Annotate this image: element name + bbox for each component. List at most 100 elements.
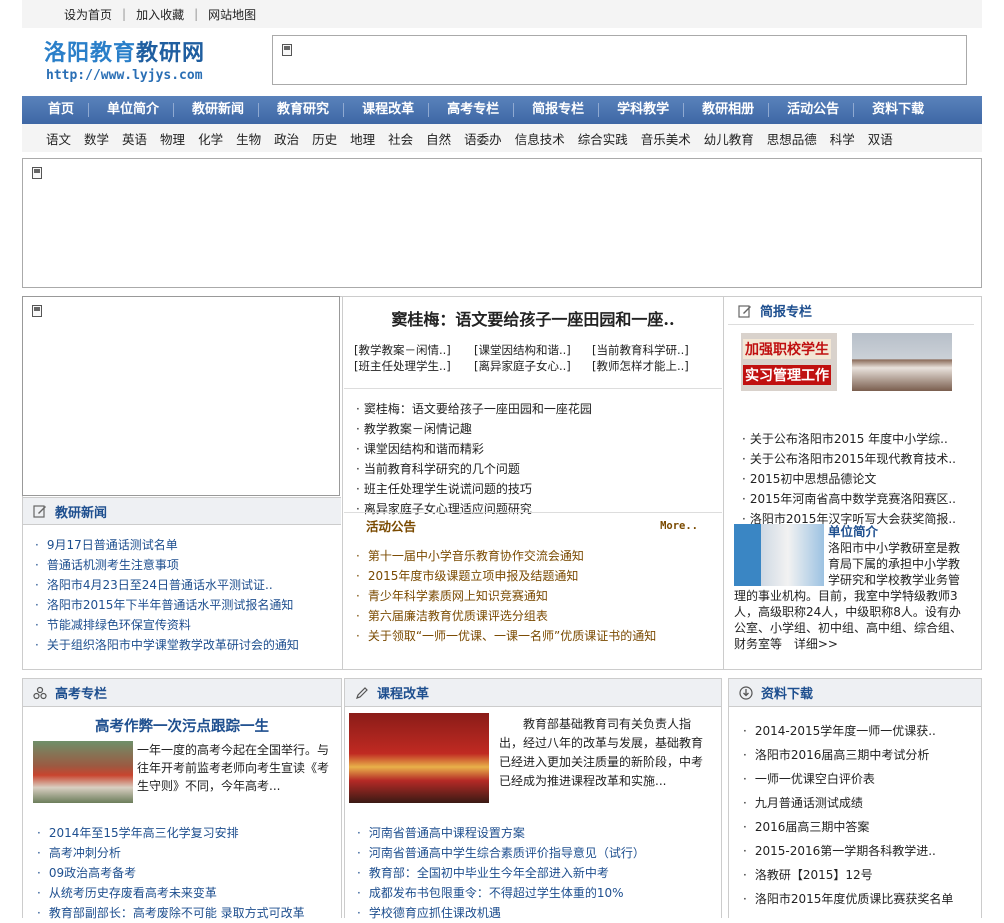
list-item[interactable]: · 窦桂梅：语文要给孩子一座田园和一座花园 (356, 399, 722, 419)
list-item[interactable]: · 当前教育科学研究的几个问题 (356, 459, 722, 479)
list-item[interactable]: · 青少年科学素质网上知识竞赛通知 (356, 586, 722, 606)
subject-item[interactable]: 历史 (312, 129, 337, 148)
list-item[interactable]: · 2016届高三期中答案 (743, 815, 981, 839)
subject-item[interactable]: 综合实践 (578, 129, 628, 148)
subject-item[interactable]: 英语 (122, 129, 147, 148)
gaokao-headline[interactable]: 高考作弊一次污点跟踪一生 (23, 715, 341, 736)
list-item[interactable]: · 2015年度市级课题立项申报及结题通知 (356, 566, 722, 586)
nav-item-gaokao[interactable]: 高考专栏 (429, 103, 515, 117)
list-item[interactable]: · 2015年河南省高中数学竞赛洛阳赛区.. (742, 489, 982, 509)
list-item[interactable]: · 洛阳市4月23日至24日普通话水平测试证.. (35, 575, 341, 595)
list-item[interactable]: · 一师一优课空白评价表 (743, 767, 981, 791)
gaokao-image[interactable] (33, 741, 133, 803)
nav-item-album[interactable]: 教研相册 (684, 103, 770, 117)
logo-name-a: 洛阳教育 (44, 41, 137, 66)
reform-image[interactable] (349, 713, 489, 803)
nav-item-activity[interactable]: 活动公告 (769, 103, 855, 117)
brief-image-2[interactable] (852, 333, 952, 391)
list-item[interactable]: · 班主任处理学生说谎问题的技巧 (356, 479, 722, 499)
reform-title[interactable]: 课程改革 (377, 683, 429, 702)
list-item[interactable]: · 普通话机测考生注意事项 (35, 555, 341, 575)
gaokao-title[interactable]: 高考专栏 (55, 683, 107, 702)
subject-item[interactable]: 社会 (388, 129, 413, 148)
sitemap-link[interactable]: 网站地图 (208, 6, 256, 23)
list-item[interactable]: · 节能减排绿色环保宣传资料 (35, 615, 341, 635)
nav-item-research[interactable]: 教育研究 (259, 103, 345, 117)
subject-item[interactable]: 地理 (350, 129, 375, 148)
list-item[interactable]: · 第十一届中小学音乐教育协作交流会通知 (356, 546, 722, 566)
list-item[interactable]: · 教育部：全国初中毕业生今年全部进入新中考 (357, 863, 717, 883)
subject-nav: 语文 数学 英语 物理 化学 生物 政治 历史 地理 社会 自然 语委办 信息技… (22, 124, 982, 152)
nav-item-unit[interactable]: 单位简介 (89, 103, 175, 117)
list-item[interactable]: · 关于领取“一师一优课、一课一名师”优质课证书的通知 (356, 626, 722, 646)
list-item[interactable]: · 高考冲刺分析 (37, 843, 337, 863)
list-item[interactable]: · 洛阳市2015年度优质课比赛获奖名单 (743, 887, 981, 911)
list-item[interactable]: · 关于公布洛阳市2015年现代教育技术.. (742, 449, 982, 469)
activity-more-link[interactable]: More.. (660, 520, 698, 532)
subject-item[interactable]: 音乐美术 (641, 129, 691, 148)
add-favorite-link[interactable]: 加入收藏 (136, 6, 184, 23)
brief-image-1[interactable]: 加强职校学生 实习管理工作 (741, 333, 837, 391)
slideshow-image[interactable] (22, 296, 340, 496)
separator: | (122, 7, 127, 21)
banner-image[interactable] (22, 158, 982, 288)
subject-item[interactable]: 双语 (868, 129, 893, 148)
nav-item-home[interactable]: 首页 (30, 103, 90, 117)
list-item[interactable]: · 教学教案－闲情记趣 (356, 419, 722, 439)
list-item[interactable]: · 河南省普通高中课程设置方案 (357, 823, 717, 843)
subject-item[interactable]: 信息技术 (515, 129, 565, 148)
nav-item-subject[interactable]: 学科教学 (599, 103, 685, 117)
site-logo[interactable]: 洛阳教育教研网 http://www.lyjys.com (44, 40, 224, 90)
list-item[interactable]: · 2014年至15学年高三化学复习安排 (37, 823, 337, 843)
list-item[interactable]: · 从统考历史存废看高考未来变革 (37, 883, 337, 903)
set-homepage-link[interactable]: 设为首页 (64, 6, 112, 23)
nav-item-download[interactable]: 资料下载 (854, 103, 938, 117)
list-item[interactable]: · 关于公布洛阳市2015 年度中小学综.. (742, 429, 982, 449)
subject-item[interactable]: 生物 (236, 129, 261, 148)
headline-title[interactable]: 窦桂梅：语文要给孩子一座田园和一座.. (344, 306, 722, 330)
list-item[interactable]: · 2015-2016第一学期各科教学进.. (743, 839, 981, 863)
download-title[interactable]: 资料下载 (761, 683, 813, 702)
list-item[interactable]: · 课堂因结构和谐而精彩 (356, 439, 722, 459)
subject-item[interactable]: 政治 (274, 129, 299, 148)
headline-link[interactable]: [班主任处理学生..] (354, 358, 474, 374)
subject-item[interactable]: 幼儿教育 (704, 129, 754, 148)
list-item[interactable]: · 第六届廉洁教育优质课评选分组表 (356, 606, 722, 626)
separator: | (194, 7, 199, 21)
headline-link[interactable]: [教学教案－闲情..] (354, 342, 474, 358)
subject-item[interactable]: 思想品德 (767, 129, 817, 148)
nav-item-reform[interactable]: 课程改革 (344, 103, 430, 117)
list-item[interactable]: · 教育部副部长：高考废除不可能 录取方式可改革 (37, 903, 337, 923)
headline-link[interactable]: [课堂因结构和谐..] (474, 342, 592, 358)
activity-title[interactable]: 活动公告 (366, 516, 416, 535)
list-item[interactable]: · 09政治高考备考 (37, 863, 337, 883)
subject-item[interactable]: 科学 (830, 129, 855, 148)
nav-item-brief[interactable]: 简报专栏 (514, 103, 600, 117)
news-title[interactable]: 教研新闻 (55, 502, 107, 521)
unit-image[interactable] (734, 524, 824, 586)
subject-item[interactable]: 物理 (160, 129, 185, 148)
subject-item[interactable]: 化学 (198, 129, 223, 148)
list-item[interactable]: · 洛阳市2016届高三期中考试分析 (743, 743, 981, 767)
subject-item[interactable]: 自然 (426, 129, 451, 148)
list-item[interactable]: · 关于组织洛阳市中学课堂教学改革研讨会的通知 (35, 635, 341, 655)
list-item[interactable]: · 河南省普通高中学生综合素质评价指导意见（试行） (357, 843, 717, 863)
headline-link[interactable]: [教师怎样才能上..] (592, 358, 710, 374)
list-item[interactable]: · 9月17日普通话测试名单 (35, 535, 341, 555)
list-item[interactable]: · 洛教研【2015】12号 (743, 863, 981, 887)
list-item[interactable]: · 九月普通话测试成绩 (743, 791, 981, 815)
list-item[interactable]: · 成都发布书包限重令：不得超过学生体重的10% (357, 883, 717, 903)
nav-item-news[interactable]: 教研新闻 (174, 103, 260, 117)
list-item[interactable]: · 2015初中思想品德论文 (742, 469, 982, 489)
headline-link[interactable]: [离异家庭子女心..] (474, 358, 592, 374)
list-item[interactable]: · 学校德育应抓住课改机遇 (357, 903, 717, 923)
header-ad-image[interactable] (272, 35, 967, 85)
subject-item[interactable]: 数学 (84, 129, 109, 148)
subject-item[interactable]: 语委办 (464, 129, 502, 148)
brief-title[interactable]: 简报专栏 (760, 301, 812, 320)
headline-link[interactable]: [当前教育科学研..] (592, 342, 710, 358)
list-item[interactable]: · 2014-2015学年度一师一优课获.. (743, 719, 981, 743)
list-item[interactable]: · 洛阳市2015年下半年普通话水平测试报名通知 (35, 595, 341, 615)
subject-item[interactable]: 语文 (46, 129, 71, 148)
unit-more-link[interactable]: 详细>> (794, 637, 838, 651)
